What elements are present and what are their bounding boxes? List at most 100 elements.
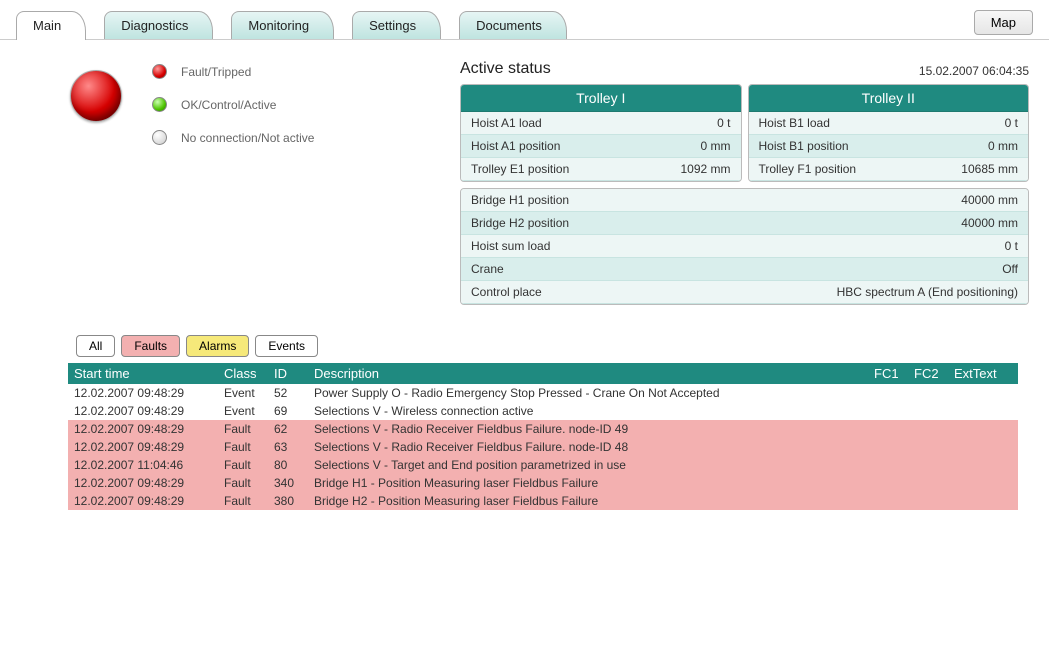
cell-extra [948, 492, 1018, 510]
trolley-2-label: Hoist B1 load [759, 116, 830, 130]
legend-none: No connection/Not active [152, 130, 314, 145]
cell-class: Fault [218, 456, 268, 474]
bridge-label: Hoist sum load [471, 239, 550, 253]
bridge-label: Control place [471, 285, 542, 299]
table-row[interactable]: 12.02.2007 09:48:29Event52Power Supply O… [68, 384, 1018, 402]
table-row[interactable]: 12.02.2007 09:48:29Fault63Selections V -… [68, 438, 1018, 456]
trolley-2-value: 0 t [1005, 116, 1018, 130]
cell-extra [948, 456, 1018, 474]
tab-documents[interactable]: Documents [459, 11, 567, 39]
tab-bar: Main Diagnostics Monitoring Settings Doc… [0, 0, 1049, 40]
trolley-1-header: Trolley I [461, 85, 741, 112]
trolley-2-header: Trolley II [749, 85, 1029, 112]
bridge-label: Bridge H2 position [471, 216, 569, 230]
trolley-1-value: 0 mm [701, 139, 731, 153]
cell-extra [868, 420, 908, 438]
cell-id: 62 [268, 420, 308, 438]
col-fc2[interactable]: FC2 [908, 363, 948, 384]
trolley-2-box: Trolley II Hoist B1 load 0 t Hoist B1 posi… [748, 84, 1030, 182]
cell-extra [868, 456, 908, 474]
bridge-label: Crane [471, 262, 504, 276]
tab-diagnostics[interactable]: Diagnostics [104, 11, 213, 39]
table-row[interactable]: 12.02.2007 09:48:29Fault380Bridge H2 - P… [68, 492, 1018, 510]
led-green-icon [152, 97, 167, 112]
trolley-1-label: Trolley E1 position [471, 162, 569, 176]
bridge-box: Bridge H1 position40000 mmBridge H2 posi… [460, 188, 1029, 305]
filter-events-button[interactable]: Events [255, 335, 318, 357]
trolley-2-row: Hoist B1 position 0 mm [749, 135, 1029, 158]
cell-class: Fault [218, 492, 268, 510]
led-red-icon [152, 64, 167, 79]
trolley-1-row: Trolley E1 position 1092 mm [461, 158, 741, 181]
tab-main[interactable]: Main [16, 11, 86, 40]
cell-desc: Selections V - Radio Receiver Fieldbus F… [308, 438, 868, 456]
cell-extra [868, 474, 908, 492]
cell-extra [868, 492, 908, 510]
cell-class: Fault [218, 420, 268, 438]
trolley-1-label: Hoist A1 load [471, 116, 542, 130]
table-row[interactable]: 12.02.2007 09:48:29Fault340Bridge H1 - P… [68, 474, 1018, 492]
trolley-1-row: Hoist A1 load 0 t [461, 112, 741, 135]
cell-desc: Bridge H1 - Position Measuring laser Fie… [308, 474, 868, 492]
trolley-1-value: 1092 mm [680, 162, 730, 176]
event-table-header: Start time Class ID Description FC1 FC2 … [68, 363, 1018, 384]
cell-id: 340 [268, 474, 308, 492]
tab-monitoring[interactable]: Monitoring [231, 11, 334, 39]
active-status-panel: Active status 15.02.2007 06:04:35 Trolle… [460, 60, 1029, 305]
legend-ok-label: OK/Control/Active [181, 98, 276, 112]
bridge-row: Bridge H2 position 40000 mm [461, 212, 1028, 235]
bridge-value: HBC spectrum A (End positioning) [837, 285, 1018, 299]
bridge-row: Bridge H1 position40000 mm [461, 189, 1028, 212]
legend-fault-label: Fault/Tripped [181, 65, 251, 79]
cell-desc: Selections V - Target and End position p… [308, 456, 868, 474]
cell-extra [908, 402, 948, 420]
cell-extra [868, 384, 908, 402]
event-filter-bar: All Faults Alarms Events [0, 315, 1049, 363]
cell-id: 69 [268, 402, 308, 420]
trolley-2-label: Hoist B1 position [759, 139, 849, 153]
col-exttext[interactable]: ExtText [948, 363, 1018, 384]
table-row[interactable]: 12.02.2007 09:48:29Fault62Selections V -… [68, 420, 1018, 438]
map-button[interactable]: Map [974, 10, 1033, 35]
legend-panel: Fault/Tripped OK/Control/Active No conne… [20, 60, 460, 305]
col-id[interactable]: ID [268, 363, 308, 384]
filter-all-button[interactable]: All [76, 335, 115, 357]
col-description[interactable]: Description [308, 363, 868, 384]
cell-start: 12.02.2007 09:48:29 [68, 474, 218, 492]
tab-settings[interactable]: Settings [352, 11, 441, 39]
cell-extra [948, 438, 1018, 456]
cell-extra [948, 420, 1018, 438]
trolley-1-label: Hoist A1 position [471, 139, 560, 153]
bridge-value: 40000 mm [961, 216, 1018, 230]
cell-extra [868, 438, 908, 456]
cell-extra [908, 474, 948, 492]
cell-extra [868, 402, 908, 420]
cell-start: 12.02.2007 09:48:29 [68, 492, 218, 510]
col-start-time[interactable]: Start time [68, 363, 218, 384]
event-table: Start time Class ID Description FC1 FC2 … [68, 363, 1018, 510]
bridge-row: Hoist sum load0 t [461, 235, 1028, 258]
trolley-1-row: Hoist A1 position 0 mm [461, 135, 741, 158]
cell-desc: Selections V - Radio Receiver Fieldbus F… [308, 420, 868, 438]
filter-faults-button[interactable]: Faults [121, 335, 180, 357]
cell-id: 380 [268, 492, 308, 510]
filter-alarms-button[interactable]: Alarms [186, 335, 249, 357]
col-class[interactable]: Class [218, 363, 268, 384]
trolley-2-value: 0 mm [988, 139, 1018, 153]
trolley-2-value: 10685 mm [961, 162, 1018, 176]
bridge-value: Off [1002, 262, 1018, 276]
table-row[interactable]: 12.02.2007 11:04:46Fault80Selections V -… [68, 456, 1018, 474]
led-grey-icon [152, 130, 167, 145]
trolley-1-value: 0 t [717, 116, 730, 130]
cell-start: 12.02.2007 09:48:29 [68, 420, 218, 438]
cell-id: 52 [268, 384, 308, 402]
legend-none-label: No connection/Not active [181, 131, 314, 145]
status-title: Active status [460, 60, 551, 78]
cell-start: 12.02.2007 11:04:46 [68, 456, 218, 474]
col-fc1[interactable]: FC1 [868, 363, 908, 384]
cell-extra [908, 492, 948, 510]
status-timestamp: 15.02.2007 06:04:35 [919, 60, 1029, 78]
cell-desc: Bridge H2 - Position Measuring laser Fie… [308, 492, 868, 510]
table-row[interactable]: 12.02.2007 09:48:29Event69Selections V -… [68, 402, 1018, 420]
bridge-row: Control place HBC spectrum A (End positio… [461, 281, 1028, 304]
